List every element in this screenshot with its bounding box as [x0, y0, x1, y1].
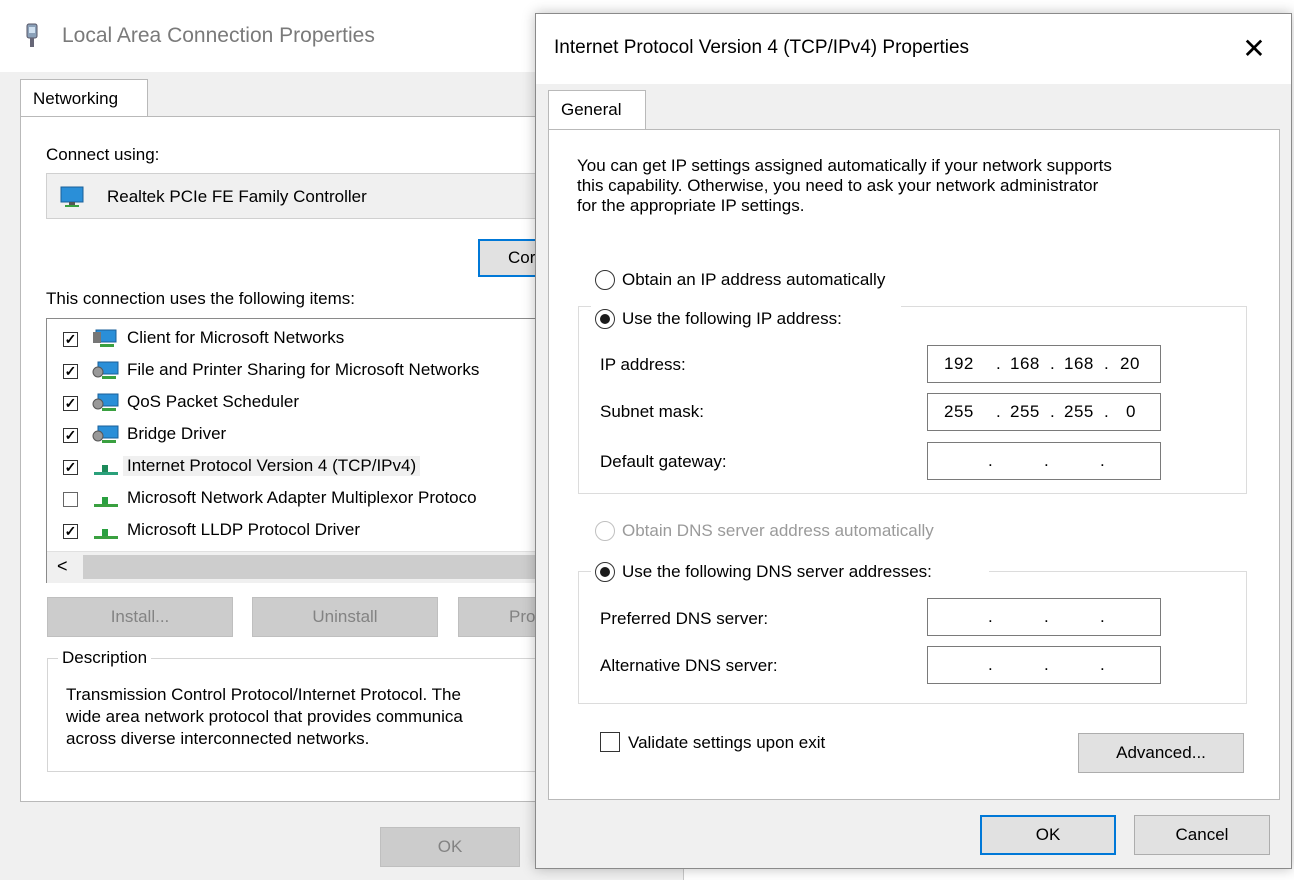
- connect-using-label: Connect using:: [46, 145, 160, 164]
- validate-label: Validate settings upon exit: [628, 733, 826, 752]
- ip-octet: 20: [1120, 354, 1140, 373]
- obtain-dns-auto-label: Obtain DNS server address automatically: [622, 521, 934, 540]
- tab-general-label: General: [561, 100, 622, 119]
- protocol-icon: [94, 497, 118, 507]
- description-line: wide area network protocol that provides…: [66, 707, 463, 726]
- network-adapter-icon: [26, 23, 38, 47]
- description-line: across diverse interconnected networks.: [66, 729, 370, 748]
- network-client-icon: [93, 329, 117, 347]
- item-checkbox[interactable]: ✓: [63, 524, 78, 539]
- item-checkbox[interactable]: ✓: [63, 460, 78, 475]
- scroll-left-icon[interactable]: <: [57, 556, 68, 577]
- subnet-octet: 255: [944, 402, 974, 421]
- intro-line: this capability. Otherwise, you need to …: [577, 176, 1099, 195]
- obtain-ip-auto-label: Obtain an IP address automatically: [622, 270, 886, 289]
- cancel-button-label: Cancel: [1175, 825, 1229, 844]
- default-gateway-field[interactable]: ...: [927, 442, 1161, 480]
- close-icon[interactable]: ✕: [1236, 31, 1272, 67]
- ip-octet: 168: [1010, 354, 1040, 373]
- default-gateway-label: Default gateway:: [600, 452, 727, 471]
- use-following-ip-radio[interactable]: [595, 309, 615, 329]
- item-checkbox[interactable]: ✓: [63, 428, 78, 443]
- item-label: File and Printer Sharing for Microsoft N…: [127, 360, 480, 379]
- item-label: Internet Protocol Version 4 (TCP/IPv4): [123, 456, 421, 476]
- alternative-dns-field[interactable]: ...: [927, 646, 1161, 684]
- install-button[interactable]: Install...: [47, 597, 233, 637]
- bridge-driver-icon: [92, 425, 119, 443]
- subnet-octet: 255: [1064, 402, 1094, 421]
- qos-scheduler-icon: [92, 393, 119, 411]
- tab-networking[interactable]: Networking: [20, 79, 148, 117]
- subnet-mask-field[interactable]: 255 . 255 . 255 . 0: [927, 393, 1161, 431]
- uninstall-button-label: Uninstall: [312, 607, 378, 626]
- subnet-octet: 255: [1010, 402, 1040, 421]
- description-line: Transmission Control Protocol/Internet P…: [66, 685, 461, 704]
- protocol-icon: [94, 529, 118, 539]
- item-checkbox[interactable]: ✓: [63, 364, 78, 379]
- intro-line: for the appropriate IP settings.: [577, 196, 805, 215]
- tab-general[interactable]: General: [548, 90, 646, 130]
- advanced-button[interactable]: Advanced...: [1078, 733, 1244, 773]
- description-legend: Description: [62, 648, 148, 667]
- ip-octet: 168: [1064, 354, 1094, 373]
- configure-button-label: Cor: [508, 248, 536, 267]
- item-label: Microsoft LLDP Protocol Driver: [127, 520, 361, 539]
- obtain-dns-auto-radio[interactable]: [595, 521, 615, 541]
- protocol-icon: [94, 465, 118, 475]
- lac-ok-label: OK: [437, 837, 463, 856]
- dns-group: [578, 571, 1247, 704]
- item-label: Microsoft Network Adapter Multiplexor Pr…: [127, 488, 477, 507]
- ip-octet: 192: [944, 354, 974, 373]
- intro-text: You can get IP settings assigned automat…: [577, 156, 1112, 216]
- advanced-button-label: Advanced...: [1116, 743, 1206, 762]
- ip-address-field[interactable]: 192 . 168 . 168 . 20: [927, 345, 1161, 383]
- subnet-mask-label: Subnet mask:: [600, 402, 704, 421]
- adapter-name: Realtek PCIe FE Family Controller: [107, 187, 367, 206]
- tab-networking-label: Networking: [33, 89, 119, 108]
- cancel-button[interactable]: Cancel: [1134, 815, 1270, 855]
- ok-button-label: OK: [1035, 825, 1061, 844]
- use-following-ip-label: Use the following IP address:: [622, 309, 842, 328]
- items-label: This connection uses the following items…: [46, 289, 355, 308]
- validate-checkbox[interactable]: [600, 732, 620, 752]
- use-following-dns-label: Use the following DNS server addresses:: [622, 562, 932, 581]
- preferred-dns-field[interactable]: ...: [927, 598, 1161, 636]
- item-checkbox[interactable]: ✓: [63, 396, 78, 411]
- use-following-dns-radio[interactable]: [595, 562, 615, 582]
- item-label: Client for Microsoft Networks: [127, 328, 345, 347]
- uninstall-button[interactable]: Uninstall: [252, 597, 438, 637]
- item-checkbox[interactable]: [63, 492, 78, 507]
- preferred-dns-label: Preferred DNS server:: [600, 609, 769, 628]
- lac-ok-button[interactable]: OK: [380, 827, 520, 867]
- description-text: Transmission Control Protocol/Internet P…: [66, 684, 463, 750]
- ip-address-label: IP address:: [600, 355, 686, 374]
- monitor-icon: [60, 186, 84, 207]
- alternative-dns-label: Alternative DNS server:: [600, 656, 778, 675]
- item-label: QoS Packet Scheduler: [127, 392, 299, 411]
- item-label: Bridge Driver: [127, 424, 227, 443]
- intro-line: You can get IP settings assigned automat…: [577, 156, 1112, 175]
- lac-title: Local Area Connection Properties: [62, 24, 375, 47]
- obtain-ip-auto-radio[interactable]: [595, 270, 615, 290]
- ok-button[interactable]: OK: [980, 815, 1116, 855]
- ipv4-properties-dialog: Internet Protocol Version 4 (TCP/IPv4) P…: [535, 13, 1292, 869]
- file-sharing-icon: [92, 361, 119, 379]
- properties-button-label: Pro: [509, 607, 536, 626]
- subnet-octet: 0: [1126, 402, 1136, 421]
- ipv4-title: Internet Protocol Version 4 (TCP/IPv4) P…: [554, 37, 970, 58]
- item-checkbox[interactable]: ✓: [63, 332, 78, 347]
- install-button-label: Install...: [110, 607, 170, 626]
